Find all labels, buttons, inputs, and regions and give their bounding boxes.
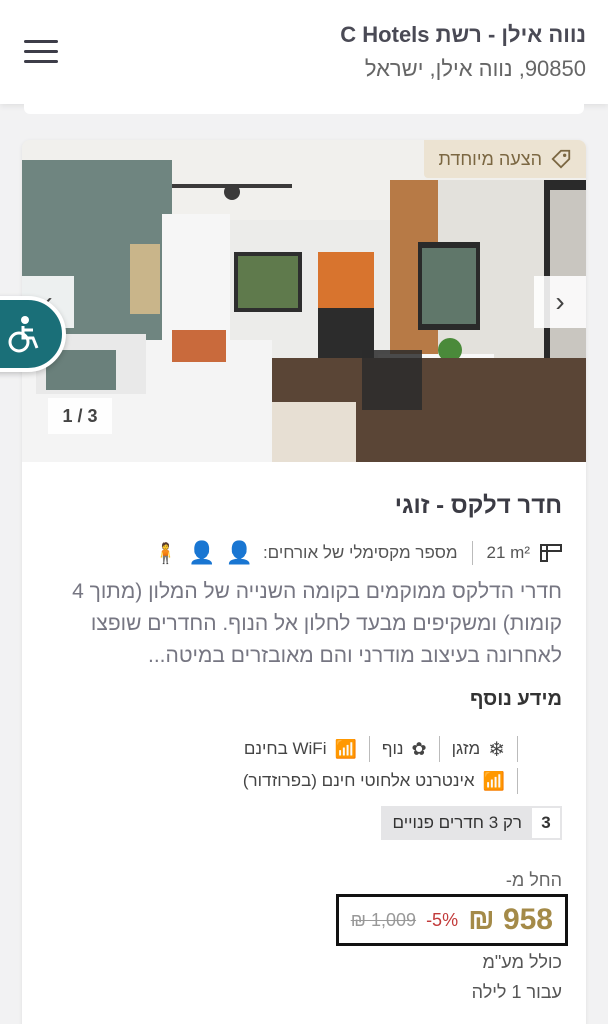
amenity-view: נוף [381, 739, 404, 758]
price-new: 958 ₪ [468, 903, 553, 936]
hotel-name: נווה אילן - רשת C Hotels [340, 22, 586, 47]
divider [438, 736, 440, 762]
rooms-left-badge: 3 רק 3 חדרים פנויים [380, 806, 562, 840]
page-header: נווה אילן - רשת C Hotels 90850, נווה איל… [0, 0, 608, 104]
photo-counter: 1 / 3 [48, 398, 112, 434]
wifi-icon: 📶 [482, 770, 505, 791]
chevron-right-icon: › [555, 286, 565, 317]
price-box[interactable]: 958 ₪ -5% 1,009 ₪ [336, 894, 568, 946]
room-card: הצעה מיוחדת ‹ › 1 / 3 חדר דלקס - זוגי 21… [22, 140, 586, 1024]
more-info-heading: מידע נוסף [469, 688, 562, 710]
amenity-ac: מזגן [451, 739, 481, 758]
guest-icon: 👤 [225, 540, 253, 565]
amenities-row-2: 📶 אינטרנט אלחוטי חינם (בפרוזדור) [243, 766, 522, 796]
divider [517, 768, 518, 794]
special-offer-label: הצעה מיוחדת [438, 148, 542, 169]
vat-note: כולל מע"מ [482, 952, 562, 972]
room-meta: 21 m² מספר מקסימלי של אורחים: 👤 👤 🧍 [46, 538, 562, 568]
guest-icon: 🧍 [153, 542, 179, 565]
wifi-icon: 📶 [334, 738, 357, 759]
price-from-label: החל מ- [505, 870, 562, 890]
divider [471, 541, 473, 565]
hotel-address: 90850, נווה אילן, ישראל [364, 56, 586, 81]
guest-icon: 👤 [188, 540, 216, 565]
special-offer-badge: הצעה מיוחדת [424, 140, 586, 178]
hamburger-menu-icon[interactable] [24, 40, 58, 64]
per-night-note: עבור 1 לילה [471, 982, 562, 1002]
view-icon: ✿ [411, 738, 427, 759]
divider [368, 736, 370, 762]
max-guests-label: מספר מקסימלי של אורחים: [262, 543, 458, 562]
amenity-internet: אינטרנט אלחוטי חינם (בפרוזדור) [242, 771, 475, 790]
snowflake-icon: ❄ [488, 738, 505, 761]
rooms-left-count: 3 [532, 808, 560, 838]
room-title: חדר דלקס - זוגי [394, 492, 562, 519]
room-description: חדרי הדלקס ממוקמים בקומה השנייה של המלון… [72, 580, 562, 667]
room-size: 21 m² [486, 543, 530, 562]
amenities-row-1: ❄ מזגן ✿ נוף 📶 WiFi בחינם [244, 734, 522, 764]
next-photo-button[interactable]: › [534, 276, 586, 328]
price-old: 1,009 ₪ [350, 909, 417, 930]
tag-icon [551, 149, 571, 169]
divider [517, 736, 518, 762]
discount: -5% [426, 909, 459, 930]
rooms-left-text: רק 3 חדרים פנויים [392, 813, 522, 832]
header-strip [24, 104, 584, 114]
wheelchair-icon [8, 316, 39, 353]
amenity-wifi: WiFi בחינם [243, 739, 327, 758]
ruler-icon [540, 544, 562, 562]
room-photo[interactable]: הצעה מיוחדת ‹ › 1 / 3 [22, 140, 586, 462]
